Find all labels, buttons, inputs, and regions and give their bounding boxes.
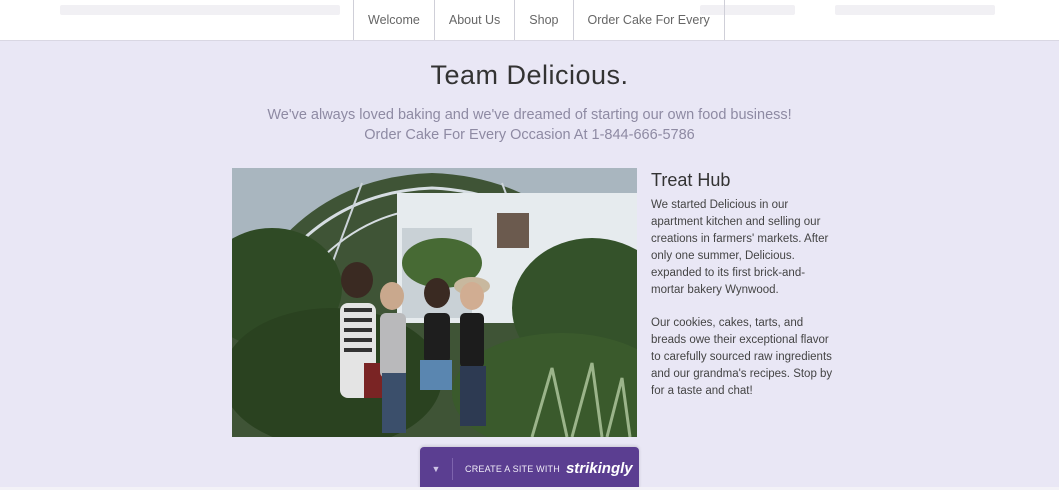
section-paragraph-1: We started Delicious in our apartment ki…	[651, 199, 829, 296]
subtitle-line-1: We've always loved baking and we've drea…	[267, 107, 792, 123]
nav-shop[interactable]: Shop	[514, 0, 572, 40]
nav-order-cake[interactable]: Order Cake For Every	[572, 0, 725, 40]
faded-header-text	[60, 5, 340, 15]
subtitle-line-2: Order Cake For Every Occasion At 1-844-6…	[364, 127, 695, 143]
strikingly-logo: strikingly	[565, 460, 633, 477]
caret-down-icon[interactable]: ▼	[420, 464, 452, 474]
faded-header-text	[835, 5, 995, 15]
top-navbar: Welcome About Us Shop Order Cake For Eve…	[0, 0, 1059, 41]
main-nav: Welcome About Us Shop Order Cake For Eve…	[353, 0, 725, 40]
create-site-badge[interactable]: ▼ CREATE A SITE WITH strikingly	[420, 447, 639, 490]
team-photo	[232, 168, 637, 437]
greenhouse-group-image	[232, 168, 637, 437]
section-title: Treat Hub	[651, 170, 731, 190]
page-title: Team Delicious.	[430, 60, 629, 90]
badge-label: CREATE A SITE WITH	[465, 463, 560, 474]
nav-welcome[interactable]: Welcome	[353, 0, 434, 40]
section-paragraph-2: Our cookies, cakes, tarts, and breads ow…	[651, 317, 833, 397]
badge-divider	[452, 457, 453, 480]
nav-about-us[interactable]: About Us	[433, 0, 514, 40]
treat-hub-section: Treat Hub We started Delicious in our ap…	[651, 168, 836, 416]
